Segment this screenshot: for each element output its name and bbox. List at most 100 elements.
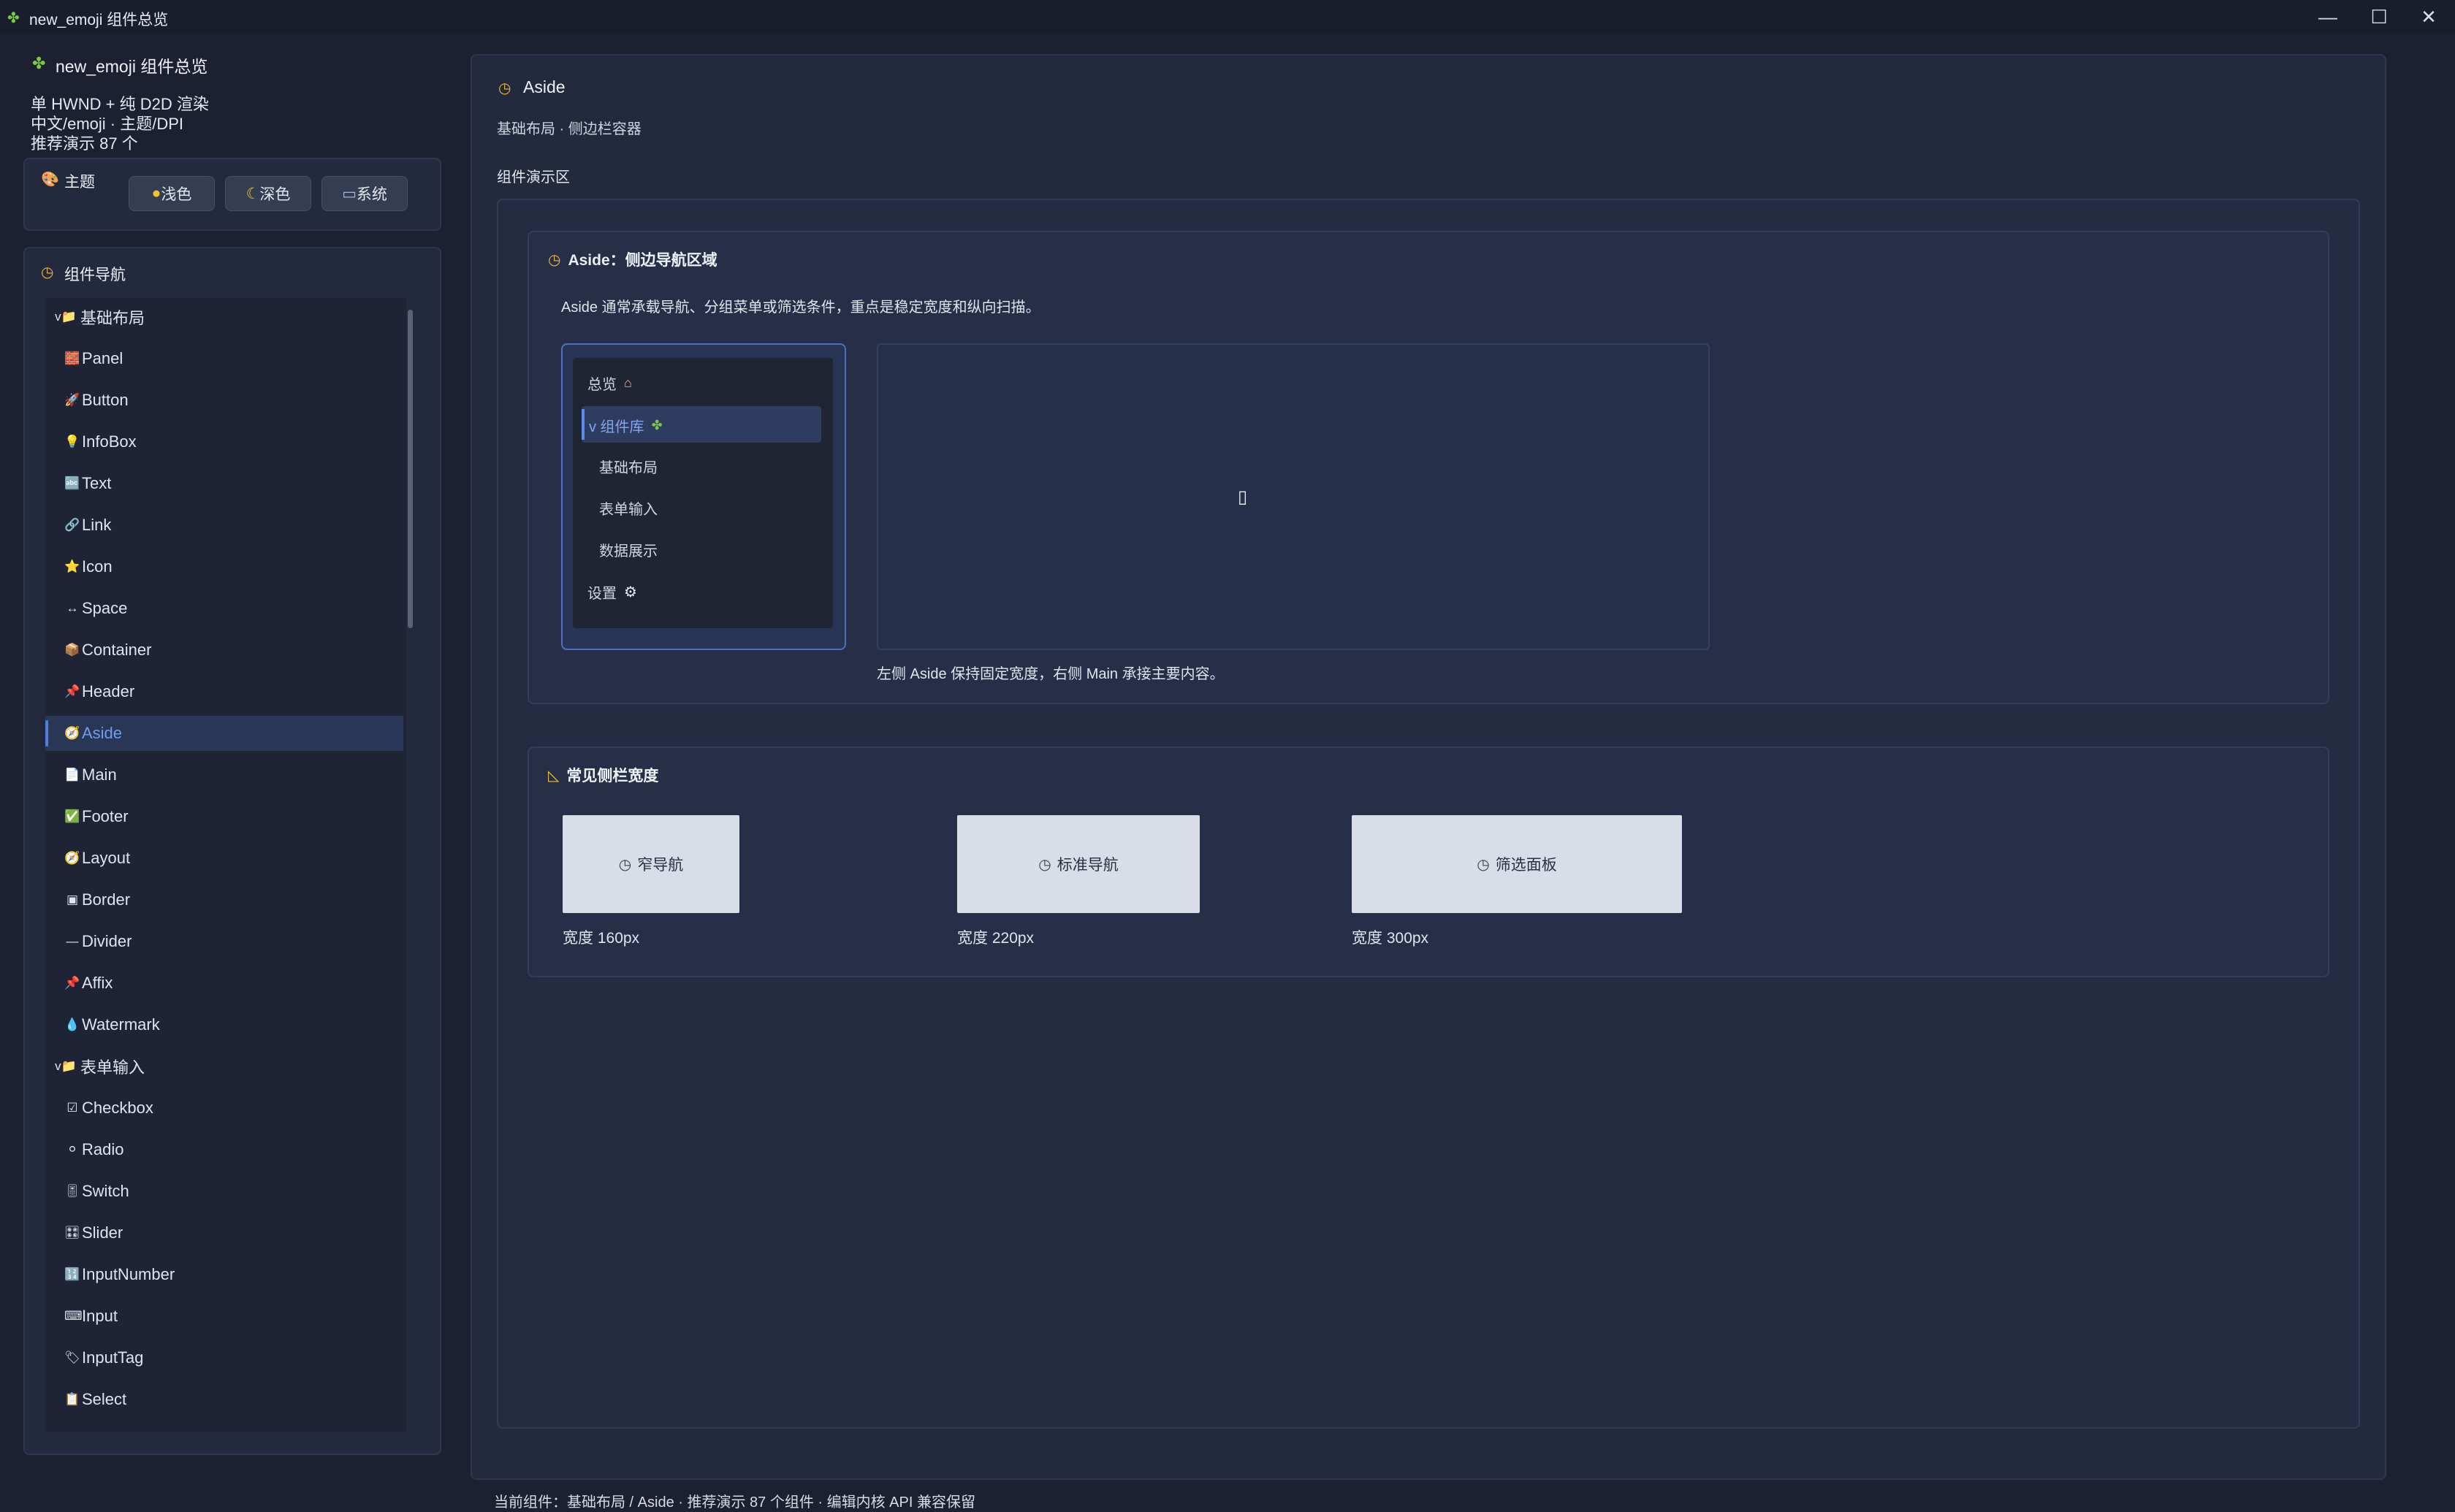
width-box-narrow: ◷ 窄导航 xyxy=(563,815,739,913)
menu-item-components[interactable]: v 组件库 ✤ xyxy=(589,415,663,436)
menu-item-overview[interactable]: 总览 ⌂ xyxy=(587,373,632,394)
nav-scrollbar[interactable] xyxy=(408,310,413,628)
width-caption: 宽度 220px xyxy=(957,930,1035,947)
main-demo xyxy=(877,343,1710,650)
nav-item-icon: 🔤 xyxy=(64,476,80,490)
nav-item-label: Container xyxy=(82,641,152,659)
nav-item-label: Footer xyxy=(82,807,129,825)
status-bar: 当前组件：基础布局 / Aside · 推荐演示 87 个组件 · 编辑内核 A… xyxy=(494,1494,975,1511)
puzzle-icon: ✤ xyxy=(32,54,46,72)
nav-item[interactable]: 🚀 Button xyxy=(45,383,403,418)
document-icon: ▯ xyxy=(1238,487,1248,507)
nav-item-icon: 📄 xyxy=(64,768,80,782)
nav-item[interactable]: 🧭 Layout xyxy=(45,841,403,876)
nav-item-icon: ▣ xyxy=(66,893,79,906)
nav-item-label: Space xyxy=(82,599,128,617)
nav-group[interactable]: v📁 基础布局 xyxy=(45,299,403,335)
nav-item-label: Watermark xyxy=(82,1015,160,1034)
nav-item[interactable]: — Divider xyxy=(45,924,403,959)
nav-item[interactable]: 🧱 Panel xyxy=(45,341,403,376)
gear-icon: ⚙ xyxy=(624,584,637,600)
nav-item[interactable]: 📌 Affix xyxy=(45,966,403,1001)
nav-item[interactable]: 🎚 Switch xyxy=(45,1174,403,1209)
nav-item-label: 基础布局 xyxy=(80,309,145,327)
width-box-filter: ◷ 筛选面板 xyxy=(1352,815,1682,913)
nav-item-icon: 📋 xyxy=(64,1392,80,1406)
nav-item-icon: ☑ xyxy=(66,1101,78,1115)
nav-item-icon: ⚪ xyxy=(66,1142,78,1156)
menu-item-layout[interactable]: 基础布局 xyxy=(599,456,658,477)
nav-item[interactable]: 🔢 InputNumber xyxy=(45,1257,403,1292)
nav-list[interactable]: v📁 基础布局 🧱 Panel 🚀 Button 💡 InfoBox 🔤 Text 🔗 Link ⭐ Ic… xyxy=(45,298,406,1432)
nav-item[interactable]: ⚪ Radio xyxy=(45,1132,403,1167)
nav-item-icon: 💧 xyxy=(64,1017,80,1031)
nav-item-label: Panel xyxy=(82,349,123,367)
nav-item[interactable]: 🎛 Slider xyxy=(45,1215,403,1251)
nav-item-label: Button xyxy=(82,391,129,409)
width-box-standard: ◷ 标准导航 xyxy=(957,815,1200,913)
nav-item[interactable]: 🏷 InputTag xyxy=(45,1340,403,1375)
nav-item-label: Border xyxy=(82,890,131,909)
compass-icon: ◷ xyxy=(1477,856,1490,873)
menu-item-data[interactable]: 数据展示 xyxy=(599,539,658,560)
palette-icon: 🎨 xyxy=(41,172,59,188)
nav-item[interactable]: 📄 Main xyxy=(45,757,403,793)
nav-item-icon: 📌 xyxy=(64,684,80,698)
width-caption: 宽度 160px xyxy=(563,930,640,947)
nav-item-label: Divider xyxy=(82,932,132,950)
minimize-button[interactable]: — xyxy=(2306,3,2350,31)
theme-system-button[interactable]: ▭ 系统 xyxy=(321,176,408,211)
width-caption: 宽度 300px xyxy=(1352,930,1429,947)
nav-item[interactable]: ☑ Checkbox xyxy=(45,1091,403,1126)
menu-item-settings[interactable]: 设置 ⚙ xyxy=(587,581,637,603)
nav-item-label: InfoBox xyxy=(82,432,137,451)
window-title: new_emoji 组件总览 xyxy=(29,12,169,28)
nav-item-label: Icon xyxy=(82,557,113,576)
maximize-button[interactable]: ☐ xyxy=(2357,3,2401,31)
nav-item[interactable]: 💧 Watermark xyxy=(45,1007,403,1042)
nav-item-icon: 🧱 xyxy=(64,351,80,365)
nav-item[interactable]: 📋 Select xyxy=(45,1382,403,1417)
compass-icon: ◷ xyxy=(548,251,561,268)
nav-item[interactable]: ⌨ Input xyxy=(45,1299,403,1334)
nav-item[interactable]: 💡 InfoBox xyxy=(45,424,403,459)
nav-item[interactable]: 📦 Container xyxy=(45,633,403,668)
menu-item-form[interactable]: 表单输入 xyxy=(599,497,658,519)
nav-item[interactable]: 🧭 Aside xyxy=(45,716,403,751)
nav-group[interactable]: v📁 表单输入 xyxy=(45,1049,403,1084)
nav-item-icon: ⭐ xyxy=(64,560,80,573)
nav-item-label: InputTag xyxy=(82,1348,144,1367)
sun-icon: ● xyxy=(151,185,161,202)
nav-item[interactable]: ↔ Space xyxy=(45,591,403,626)
nav-item[interactable]: ✅ Footer xyxy=(45,799,403,834)
theme-dark-button[interactable]: ☾ 深色 xyxy=(225,176,311,211)
nav-item[interactable]: ⭐ Icon xyxy=(45,549,403,584)
nav-item-icon: 🧭 xyxy=(64,851,80,865)
compass-icon: ◷ xyxy=(498,80,511,96)
nav-item[interactable]: 🔗 Link xyxy=(45,508,403,543)
nav-item-label: Input xyxy=(82,1307,118,1325)
nav-item[interactable]: 🔤 Text xyxy=(45,466,403,501)
home-icon: ⌂ xyxy=(624,375,632,390)
laptop-icon: ▭ xyxy=(342,185,357,202)
nav-item[interactable]: ▣ Border xyxy=(45,882,403,917)
nav-item-label: Main xyxy=(82,765,117,784)
puzzle-icon: ✤ xyxy=(651,418,663,432)
nav-item-label: Aside xyxy=(82,724,123,742)
nav-item-label: 表单输入 xyxy=(80,1058,145,1077)
nav-item[interactable]: 📌 Header xyxy=(45,674,403,709)
theme-light-button[interactable]: ● 浅色 xyxy=(129,176,215,211)
nav-item-label: Slider xyxy=(82,1223,123,1242)
section-caption: 左侧 Aside 保持固定宽度，右侧 Main 承接主要内容。 xyxy=(877,666,1225,682)
nav-item-icon: 📦 xyxy=(64,643,80,657)
theme-title: 主题 xyxy=(64,174,95,191)
nav-item-label: Select xyxy=(82,1390,127,1408)
nav-item-icon: 🔗 xyxy=(64,518,80,532)
nav-item-icon: 🎛 xyxy=(64,1226,80,1240)
nav-item-label: Header xyxy=(82,682,135,700)
nav-item-icon: 🚀 xyxy=(64,393,80,407)
menu-active-indicator xyxy=(582,409,585,440)
nav-item-label: InputNumber xyxy=(82,1265,175,1283)
close-button[interactable]: ✕ xyxy=(2407,3,2451,31)
nav-item-icon: 💡 xyxy=(64,435,80,448)
